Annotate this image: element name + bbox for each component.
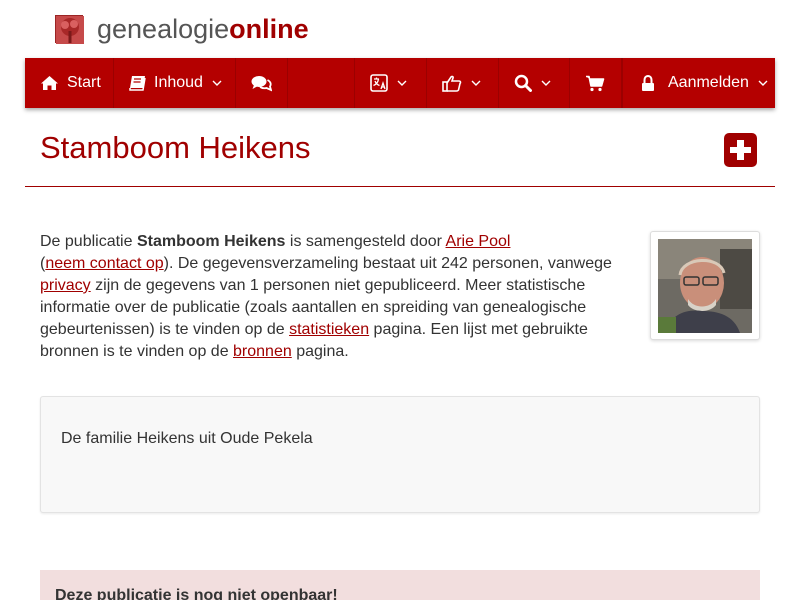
intro-text: De publicatie [40, 233, 137, 250]
alert-text: Deze publicatie is nog niet openbaar! [55, 587, 338, 600]
chevron-down-icon [212, 78, 222, 88]
not-public-alert: Deze publicatie is nog niet openbaar! [40, 570, 760, 600]
comments-icon [251, 75, 272, 92]
sources-link[interactable]: bronnen [233, 343, 292, 360]
plus-square-icon[interactable] [724, 133, 757, 167]
title-divider [25, 186, 775, 187]
chevron-down-icon [397, 78, 407, 88]
site-brand[interactable]: genealogieonline [55, 12, 309, 46]
intro-paragraph: De publicatie Stamboom Heikens is sameng… [40, 231, 620, 363]
nav-language[interactable] [354, 58, 427, 108]
nav-chat[interactable] [236, 58, 288, 108]
lock-icon [641, 74, 655, 92]
author-link[interactable]: Arie Pool [446, 233, 511, 250]
chevron-down-icon [758, 78, 768, 88]
chevron-down-icon [471, 78, 481, 88]
site-name: genealogieonline [97, 12, 309, 46]
page-title: Stamboom Heikens [40, 130, 311, 165]
contact-link[interactable]: neem contact op [45, 255, 163, 272]
intro-text: pagina. [291, 343, 349, 360]
translate-icon [370, 74, 388, 92]
publication-description: De familie Heikens uit Oude Pekela [61, 430, 313, 447]
nav-inhoud-label: Inhoud [154, 74, 203, 91]
nav-share[interactable] [427, 58, 499, 108]
thumbs-up-icon [442, 75, 462, 92]
statistics-link[interactable]: statistieken [289, 321, 369, 338]
description-box: De familie Heikens uit Oude Pekela [40, 396, 760, 513]
intro-text: ). De gegevensverzameling bestaat uit 24… [163, 255, 612, 272]
author-photo-card[interactable] [650, 231, 760, 340]
nav-cart[interactable] [570, 58, 622, 108]
cart-icon [585, 75, 605, 92]
intro-text: is samengesteld door [285, 233, 446, 250]
nav-search[interactable] [499, 58, 570, 108]
privacy-link[interactable]: privacy [40, 277, 91, 294]
chevron-down-icon [541, 78, 551, 88]
search-icon [514, 74, 532, 92]
main-navbar: Start Inhoud Aanmelden [25, 58, 775, 108]
nav-login-label: Aanmelden [668, 74, 749, 91]
site-name-part2: online [229, 14, 309, 44]
book-icon [129, 75, 146, 91]
nav-start[interactable]: Start [25, 58, 114, 108]
site-name-part1: genealogie [97, 14, 230, 44]
author-photo [658, 239, 752, 333]
nav-inhoud[interactable]: Inhoud [114, 58, 236, 108]
nav-start-label: Start [67, 74, 101, 91]
tree-icon [55, 15, 84, 44]
publication-name: Stamboom Heikens [136, 233, 286, 250]
home-icon [40, 75, 59, 91]
nav-login[interactable]: Aanmelden [622, 58, 775, 108]
